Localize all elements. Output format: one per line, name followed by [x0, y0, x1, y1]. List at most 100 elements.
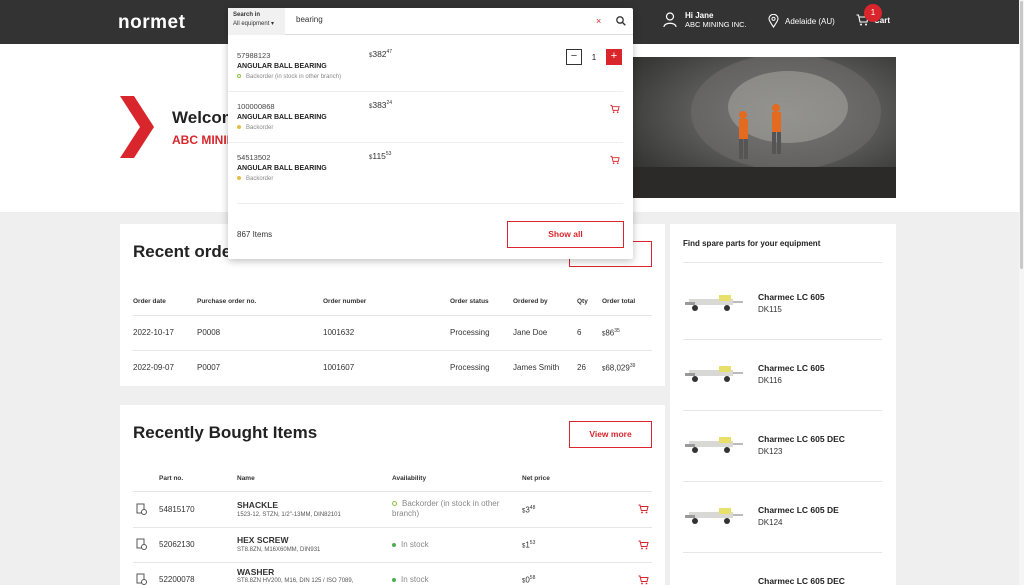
search-result-item[interactable]: 54513502 ANGULAR BALL BEARING Backorder … [228, 143, 633, 194]
equipment-name: Charmec LC 605 DE [758, 505, 839, 515]
search-scope-label: Search in [233, 12, 261, 18]
search-scope-select[interactable]: Search in All equipment ▾ [228, 8, 285, 35]
result-name: ANGULAR BALL BEARING [237, 165, 327, 172]
equipment-name: Charmec LC 605 [758, 363, 825, 373]
col-net-price: Net price [522, 475, 550, 482]
net-price: $348 [522, 505, 536, 515]
result-status: Backorder [237, 176, 273, 182]
net-price: $153 [522, 540, 536, 550]
result-price: $38324 [369, 100, 393, 110]
equipment-item[interactable]: Charmec LC 605 DEC [680, 576, 880, 585]
net-price: $058 [522, 575, 536, 585]
order-number: 1001607 [323, 363, 355, 372]
equipment-name: Charmec LC 605 DEC [758, 434, 845, 444]
location-selector[interactable]: Adelaide (AU) [768, 14, 835, 28]
result-part-number: 100000868 [237, 102, 275, 111]
availability-status: In stock [392, 575, 429, 585]
scrollbar-thumb[interactable] [1020, 1, 1023, 269]
quantity-stepper[interactable]: − 1 + [566, 49, 622, 65]
col-ordered-by: Ordered by [513, 298, 548, 305]
account-menu[interactable]: Hi Jane ABC MINING INC. [663, 11, 747, 29]
items-view-more-button[interactable]: View more [569, 421, 652, 448]
spare-parts-title: Find spare parts for your equipment [683, 239, 821, 248]
add-to-cart-icon[interactable] [638, 504, 649, 514]
equipment-machine-icon [685, 437, 743, 453]
po-number: P0008 [197, 328, 221, 337]
order-status: Processing [450, 363, 490, 372]
result-price: $38247 [369, 49, 393, 59]
item-name: HEX SCREW [237, 535, 289, 545]
col-po-number: Purchase order no. [197, 298, 257, 305]
add-to-cart-icon[interactable] [610, 155, 620, 165]
location-label: Adelaide (AU) [785, 16, 835, 26]
brand-chevron-icon [120, 96, 154, 158]
order-date: 2022-09-07 [133, 363, 174, 372]
order-total: $68,02939 [602, 363, 636, 373]
order-qty: 26 [577, 363, 586, 372]
result-part-number: 54513502 [237, 153, 271, 162]
increase-qty-button[interactable]: + [606, 49, 622, 65]
result-count: 867 Items [237, 230, 273, 239]
equipment-code: DK116 [758, 376, 782, 385]
part-number: 54815170 [159, 505, 195, 514]
add-to-cart-icon[interactable] [638, 575, 649, 585]
equipment-item[interactable]: Charmec LC 605 DK116 [680, 363, 880, 433]
equipment-machine-icon [685, 508, 743, 524]
availability-status: Backorder (in stock in other branch) [392, 499, 500, 518]
equipment-name: Charmec LC 605 [758, 292, 825, 302]
user-company: ABC MINING INC. [685, 20, 747, 29]
search-result-item[interactable]: 100000868 ANGULAR BALL BEARING Backorder… [228, 92, 633, 143]
equipment-code: DK123 [758, 447, 783, 456]
order-date: 2022-10-17 [133, 328, 174, 337]
equipment-name: Charmec LC 605 DEC [758, 576, 845, 585]
item-name: WASHER [237, 567, 275, 577]
ordered-by: James Smith [513, 363, 560, 372]
ordered-by: Jane Doe [513, 328, 548, 337]
search-bar: Search in All equipment ▾ bearing × [228, 8, 633, 35]
qty-value[interactable]: 1 [582, 53, 606, 62]
col-part-no: Part no. [159, 475, 184, 482]
order-status: Processing [450, 328, 490, 337]
availability-status: In stock [392, 540, 429, 550]
col-order-number: Order number [323, 298, 367, 305]
equipment-machine-icon [685, 366, 743, 382]
search-icon[interactable] [616, 16, 626, 26]
order-qty: 6 [577, 328, 582, 337]
cart-count-badge: 1 [864, 4, 882, 22]
equipment-code: DK124 [758, 518, 783, 527]
item-description: ST8.8ZN, M16X60MM, DIN931 [237, 547, 321, 553]
search-scope-value: All equipment ▾ [233, 21, 275, 27]
item-name: SHACKLE [237, 500, 279, 510]
col-qty: Qty [577, 298, 588, 305]
decrease-qty-button[interactable]: − [566, 49, 582, 65]
search-input[interactable]: bearing [296, 15, 323, 24]
user-icon [663, 12, 677, 28]
equipment-machine-icon [685, 295, 743, 311]
order-history-icon [136, 538, 147, 550]
result-part-number: 57988123 [237, 51, 271, 60]
col-order-status: Order status [450, 298, 489, 305]
result-price: $11553 [369, 151, 392, 161]
equipment-code: DK115 [758, 305, 782, 314]
equipment-item[interactable]: Charmec LC 605 DEC DK123 [680, 434, 880, 504]
add-to-cart-icon[interactable] [610, 104, 620, 114]
equipment-item[interactable]: Charmec LC 605 DE DK124 [680, 505, 880, 575]
result-status: Backorder [237, 125, 273, 131]
normet-logo[interactable]: normet [118, 12, 185, 34]
equipment-item[interactable]: Charmec LC 605 DK115 [680, 292, 880, 362]
part-number: 52062130 [159, 540, 195, 549]
result-name: ANGULAR BALL BEARING [237, 114, 327, 121]
col-name: Name [237, 475, 255, 482]
part-number: 52200078 [159, 575, 195, 584]
order-history-icon [136, 503, 147, 515]
location-pin-icon [768, 14, 779, 28]
show-all-button[interactable]: Show all [507, 221, 624, 248]
order-number: 1001632 [323, 328, 355, 337]
clear-search-button[interactable]: × [596, 16, 601, 26]
result-name: ANGULAR BALL BEARING [237, 63, 327, 70]
add-to-cart-icon[interactable] [638, 540, 649, 550]
search-result-item[interactable]: 57988123 ANGULAR BALL BEARING Backorder … [228, 41, 633, 92]
hero-tunnel-image [616, 57, 896, 198]
col-order-total: Order total [602, 298, 636, 305]
order-total: $8635 [602, 328, 620, 338]
